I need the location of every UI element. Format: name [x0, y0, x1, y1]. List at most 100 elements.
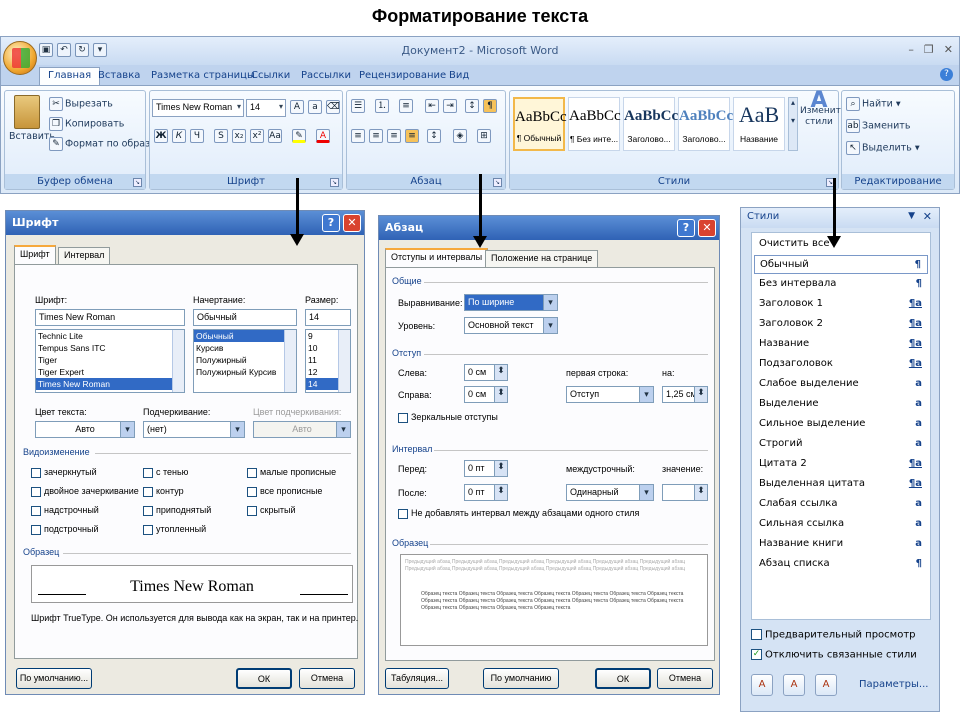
minimize-icon[interactable]: – [908, 43, 914, 56]
styles-scroll-icon[interactable]: ▴ ▾ [788, 97, 798, 151]
close-icon[interactable]: ✕ [923, 210, 932, 223]
style-tile-heading1[interactable]: AaBbCc Заголово... [623, 97, 678, 151]
help-icon[interactable]: ? [322, 214, 340, 232]
strikethrough-checkbox[interactable]: зачеркнутый [31, 467, 97, 478]
bullets-icon[interactable]: ☰ [351, 99, 367, 113]
style-tile-normal[interactable]: AaBbCc ¶ Обычный [513, 97, 567, 151]
sort-icon[interactable]: ↕ [465, 99, 481, 113]
subscript-checkbox[interactable]: подстрочный [31, 524, 99, 535]
cancel-button[interactable]: Отмена [657, 668, 713, 689]
show-marks-icon[interactable]: ¶ [483, 99, 499, 113]
font-style-list[interactable]: Обычный Курсив Полужирный Полужирный Кур… [193, 329, 297, 393]
change-styles-button[interactable]: A Изменить стили [800, 90, 846, 128]
list-item[interactable]: Курсив [194, 342, 296, 354]
font-size-field[interactable]: 14 [305, 309, 351, 326]
grow-font-icon[interactable]: A [290, 100, 306, 114]
decrease-indent-icon[interactable]: ⇤ [425, 99, 441, 113]
hidden-checkbox[interactable]: скрытый [247, 505, 296, 516]
space-before-spinner[interactable]: 0 пт [464, 460, 508, 477]
level-select[interactable]: Основной текст [464, 317, 558, 334]
font-color-icon[interactable]: A [316, 129, 332, 143]
style-item-subtle-emphasis[interactable]: Слабое выделение a [754, 375, 928, 394]
style-item-subtitle[interactable]: Подзаголовок ¶a [754, 355, 928, 374]
cut-button[interactable]: ✂ Вырезать [49, 97, 113, 111]
scrollbar[interactable] [338, 330, 350, 392]
right-indent-spinner[interactable]: 0 см [464, 386, 508, 403]
list-item[interactable]: Technic Lite [36, 330, 184, 342]
style-item-normal[interactable]: Обычный ¶ [754, 255, 928, 274]
select-button[interactable]: ↖ Выделить ▾ [846, 141, 920, 155]
office-button[interactable] [3, 41, 37, 75]
list-item-selected[interactable]: Times New Roman [36, 378, 184, 390]
help-icon[interactable]: ? [677, 219, 695, 237]
outline-checkbox[interactable]: контур [143, 486, 184, 497]
options-link[interactable]: Параметры... [859, 679, 928, 690]
justify-icon[interactable]: ≡ [405, 129, 421, 143]
style-item-clear-all[interactable]: Очистить все [754, 235, 928, 254]
ok-button[interactable]: ОК [595, 668, 651, 689]
style-item-intense-reference[interactable]: Сильная ссылка a [754, 515, 928, 534]
style-item-no-spacing[interactable]: Без интервала ¶ [754, 275, 928, 294]
multilevel-list-icon[interactable]: ≡ [399, 99, 415, 113]
style-item-emphasis[interactable]: Выделение a [754, 395, 928, 414]
align-left-icon[interactable]: ≡ [351, 129, 367, 143]
copy-button[interactable]: ❐ Копировать [49, 117, 124, 131]
close-icon[interactable]: ✕ [698, 219, 716, 237]
line-spacing-icon[interactable]: ↕ [427, 129, 443, 143]
tab-home[interactable]: Главная [39, 67, 101, 86]
format-painter-button[interactable]: ✎ Формат по образцу [49, 137, 162, 151]
spacing-value-spinner[interactable] [662, 484, 708, 501]
emboss-checkbox[interactable]: приподнятый [143, 505, 211, 516]
scrollbar[interactable] [172, 330, 184, 392]
find-button[interactable]: ⌕ Найти ▾ [846, 97, 901, 111]
maximize-icon[interactable]: ❐ [924, 43, 934, 56]
clear-format-icon[interactable]: ⌫ [326, 100, 342, 114]
tab-view[interactable]: Вид [449, 68, 469, 83]
style-item-title[interactable]: Название ¶a [754, 335, 928, 354]
scrollbar[interactable] [284, 330, 296, 392]
align-center-icon[interactable]: ≡ [369, 129, 385, 143]
list-item[interactable]: Tempus Sans ITC [36, 342, 184, 354]
tab-insert[interactable]: Вставка [98, 68, 140, 83]
list-item[interactable]: Tiger [36, 354, 184, 366]
shadow-checkbox[interactable]: с тенью [143, 467, 188, 478]
strikethrough-icon[interactable]: S [214, 129, 230, 143]
show-preview-checkbox[interactable]: Предварительный просмотр [751, 629, 916, 641]
tab-mailings[interactable]: Рассылки [301, 68, 351, 83]
style-inspector-icon[interactable]: A [783, 674, 805, 696]
font-dialog-launcher-icon[interactable]: ↘ [330, 178, 339, 187]
tab-font[interactable]: Шрифт [14, 245, 56, 264]
style-item-list-paragraph[interactable]: Абзац списка ¶ [754, 555, 928, 574]
borders-icon[interactable]: ⊞ [477, 129, 493, 143]
style-item-book-title[interactable]: Название книги a [754, 535, 928, 554]
close-icon[interactable]: ✕ [944, 43, 953, 56]
underline-button[interactable]: Ч [190, 129, 206, 143]
font-size-combo[interactable]: 14 [246, 99, 286, 117]
shading-icon[interactable]: ◈ [453, 129, 469, 143]
style-item-subtle-reference[interactable]: Слабая ссылка a [754, 495, 928, 514]
style-item-heading2[interactable]: Заголовок 2 ¶a [754, 315, 928, 334]
line-spacing-select[interactable]: Одинарный [566, 484, 654, 501]
align-right-icon[interactable]: ≡ [387, 129, 403, 143]
list-item[interactable]: Полужирный Курсив [194, 366, 296, 378]
superscript-checkbox[interactable]: надстрочный [31, 505, 99, 516]
engrave-checkbox[interactable]: утопленный [143, 524, 206, 535]
new-style-icon[interactable]: A [751, 674, 773, 696]
shrink-font-icon[interactable]: a [308, 100, 324, 114]
font-style-field[interactable]: Обычный [193, 309, 297, 326]
tab-line-page-breaks[interactable]: Положение на странице [485, 250, 599, 267]
highlight-icon[interactable]: ✎ [292, 129, 308, 143]
list-item-selected[interactable]: Обычный [194, 330, 296, 342]
increase-indent-icon[interactable]: ⇥ [443, 99, 459, 113]
style-tile-heading2[interactable]: AaBbCc Заголово... [678, 97, 733, 151]
italic-button[interactable]: К [172, 129, 188, 143]
style-item-strong[interactable]: Строгий a [754, 435, 928, 454]
paragraph-dialog-launcher-icon[interactable]: ↘ [493, 178, 502, 187]
help-icon[interactable]: ? [940, 68, 953, 81]
tab-page-layout[interactable]: Разметка страницы [151, 68, 255, 83]
left-indent-spinner[interactable]: 0 см [464, 364, 508, 381]
close-icon[interactable]: ✕ [343, 214, 361, 232]
list-item[interactable]: Tiger Expert [36, 366, 184, 378]
disable-linked-styles-checkbox[interactable]: ✓ Отключить связанные стили [751, 649, 917, 661]
tab-review[interactable]: Рецензирование [359, 68, 446, 83]
